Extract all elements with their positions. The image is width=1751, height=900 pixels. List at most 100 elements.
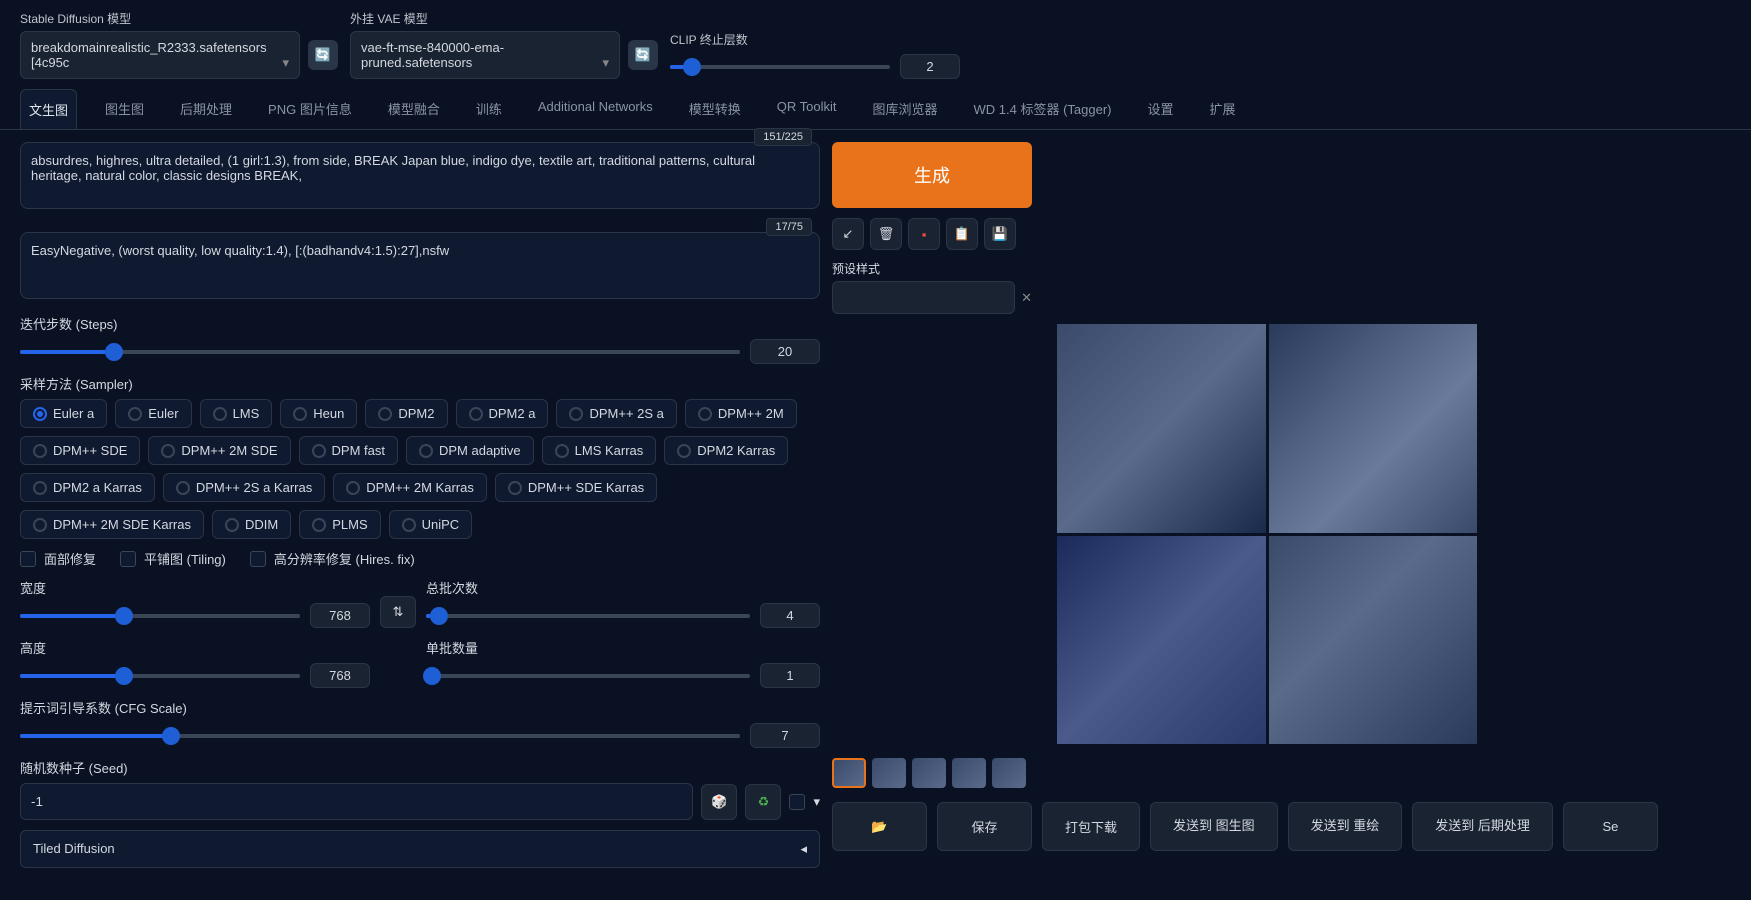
vae-model-select[interactable]: vae-ft-mse-840000-ema-pruned.safetensors — [350, 31, 620, 79]
tab-addnet[interactable]: Additional Networks — [530, 89, 661, 129]
steps-slider[interactable] — [20, 350, 740, 354]
sampler-dpm2karras[interactable]: DPM2 Karras — [664, 436, 788, 465]
sampler-dpmpp2msde-karras[interactable]: DPM++ 2M SDE Karras — [20, 510, 204, 539]
clip-skip-label: CLIP 终止层数 — [670, 31, 960, 48]
cfg-scale-slider[interactable] — [20, 734, 740, 738]
gallery-thumbnails — [832, 754, 1702, 792]
negative-prompt[interactable] — [20, 232, 820, 299]
sampler-grid: Euler a Euler LMS Heun DPM2 DPM2 a DPM++… — [20, 399, 820, 539]
tab-txt2img[interactable]: 文生图 — [20, 89, 77, 129]
send-to-inpaint-btn[interactable]: 发送到 重绘 — [1288, 802, 1403, 851]
send-to-img2img-btn[interactable]: 发送到 图生图 — [1150, 802, 1278, 851]
width-slider[interactable] — [20, 614, 300, 618]
batch-size-slider[interactable] — [426, 674, 750, 678]
sampler-euler-a[interactable]: Euler a — [20, 399, 107, 428]
sampler-dpm2akarras[interactable]: DPM2 a Karras — [20, 473, 155, 502]
generate-button[interactable]: 生成 — [832, 142, 1032, 208]
height-value[interactable]: 768 — [310, 663, 370, 688]
restore-faces-check[interactable]: 面部修复 — [20, 549, 96, 568]
sampler-dpmpp2sa[interactable]: DPM++ 2S a — [556, 399, 676, 428]
open-folder-btn[interactable]: 📂 — [832, 802, 927, 851]
swap-dimensions-btn[interactable]: ⇅ — [380, 596, 416, 628]
vae-refresh-btn[interactable]: 🔄 — [628, 40, 658, 70]
tiling-check[interactable]: 平铺图 (Tiling) — [120, 549, 226, 568]
tab-extensions[interactable]: 扩展 — [1202, 89, 1244, 129]
tab-tagger[interactable]: WD 1.4 标签器 (Tagger) — [966, 89, 1120, 129]
vae-model-label: 外挂 VAE 模型 — [350, 10, 658, 27]
gallery-image-2[interactable] — [1269, 324, 1478, 533]
output-gallery[interactable] — [832, 324, 1702, 744]
thumb-1[interactable] — [872, 758, 906, 788]
clip-skip-slider[interactable] — [670, 65, 890, 69]
send-partial-btn[interactable]: Se — [1563, 802, 1658, 851]
preset-close-icon[interactable]: ✕ — [1021, 290, 1032, 306]
sampler-euler[interactable]: Euler — [115, 399, 191, 428]
clip-skip-value[interactable]: 2 — [900, 54, 960, 79]
clear-prompt-btn[interactable]: 🗑 — [870, 218, 902, 250]
tab-img2img[interactable]: 图生图 — [97, 89, 152, 129]
sampler-dpmpp2sakarras[interactable]: DPM++ 2S a Karras — [163, 473, 325, 502]
sampler-dpm2[interactable]: DPM2 — [365, 399, 447, 428]
seed-extra-arrow[interactable]: ▾ — [813, 794, 820, 810]
sampler-lms[interactable]: LMS — [200, 399, 273, 428]
sampler-plms[interactable]: PLMS — [299, 510, 380, 539]
batch-count-label: 总批次数 — [426, 578, 820, 597]
batch-size-value[interactable]: 1 — [760, 663, 820, 688]
thumb-grid[interactable] — [832, 758, 866, 788]
paste-btn[interactable]: 📋 — [946, 218, 978, 250]
tab-pnginfo[interactable]: PNG 图片信息 — [260, 89, 360, 129]
sd-refresh-btn[interactable]: 🔄 — [308, 40, 338, 70]
accordion-arrow-icon: ◂ — [800, 841, 807, 857]
tab-model-convert[interactable]: 模型转换 — [681, 89, 749, 129]
tab-settings[interactable]: 设置 — [1140, 89, 1182, 129]
tab-train[interactable]: 训练 — [468, 89, 510, 129]
sampler-unipc[interactable]: UniPC — [389, 510, 473, 539]
save-style-btn[interactable]: 💾 — [984, 218, 1016, 250]
sampler-dpmadaptive[interactable]: DPM adaptive — [406, 436, 534, 465]
batch-count-value[interactable]: 4 — [760, 603, 820, 628]
sampler-dpm2a[interactable]: DPM2 a — [456, 399, 549, 428]
send-to-extras-btn[interactable]: 发送到 后期处理 — [1412, 802, 1553, 851]
height-slider[interactable] — [20, 674, 300, 678]
sampler-dpmpp2mkarras[interactable]: DPM++ 2M Karras — [333, 473, 487, 502]
batch-count-slider[interactable] — [426, 614, 750, 618]
hires-fix-check[interactable]: 高分辨率修复 (Hires. fix) — [250, 549, 415, 568]
sampler-dpmpp2msde[interactable]: DPM++ 2M SDE — [148, 436, 290, 465]
seed-extra-check[interactable] — [789, 794, 805, 810]
gallery-image-3[interactable] — [1057, 536, 1266, 745]
interrogate-btn[interactable]: ↙ — [832, 218, 864, 250]
sampler-dpmppsde-karras[interactable]: DPM++ SDE Karras — [495, 473, 657, 502]
styles-btn[interactable]: ▪ — [908, 218, 940, 250]
tab-image-browser[interactable]: 图库浏览器 — [865, 89, 946, 129]
main-tabs: 文生图 图生图 后期处理 PNG 图片信息 模型融合 训练 Additional… — [0, 89, 1751, 130]
thumb-4[interactable] — [992, 758, 1026, 788]
preset-styles-select[interactable] — [832, 281, 1015, 314]
sampler-lmskarras[interactable]: LMS Karras — [542, 436, 657, 465]
positive-prompt[interactable] — [20, 142, 820, 209]
tab-extras[interactable]: 后期处理 — [172, 89, 240, 129]
sd-model-select[interactable]: breakdomainrealistic_R2333.safetensors [… — [20, 31, 300, 79]
width-value[interactable]: 768 — [310, 603, 370, 628]
gallery-image-4[interactable] — [1269, 536, 1478, 745]
cfg-scale-label: 提示词引导系数 (CFG Scale) — [20, 698, 820, 717]
tab-checkpoint-merger[interactable]: 模型融合 — [380, 89, 448, 129]
width-label: 宽度 — [20, 578, 370, 597]
cfg-scale-value[interactable]: 7 — [750, 723, 820, 748]
zip-download-btn[interactable]: 打包下载 — [1042, 802, 1140, 851]
steps-value[interactable]: 20 — [750, 339, 820, 364]
seed-input[interactable] — [20, 783, 693, 820]
sampler-dpmppsde[interactable]: DPM++ SDE — [20, 436, 140, 465]
sd-model-label: Stable Diffusion 模型 — [20, 10, 338, 27]
thumb-2[interactable] — [912, 758, 946, 788]
sampler-dpmfast[interactable]: DPM fast — [299, 436, 398, 465]
save-btn[interactable]: 保存 — [937, 802, 1032, 851]
tab-qr[interactable]: QR Toolkit — [769, 89, 845, 129]
seed-random-btn[interactable]: 🎲 — [701, 784, 737, 820]
gallery-image-1[interactable] — [1057, 324, 1266, 533]
thumb-3[interactable] — [952, 758, 986, 788]
sampler-dpmpp2m[interactable]: DPM++ 2M — [685, 399, 797, 428]
sampler-heun[interactable]: Heun — [280, 399, 357, 428]
seed-reuse-btn[interactable]: ♻ — [745, 784, 781, 820]
sampler-ddim[interactable]: DDIM — [212, 510, 291, 539]
tiled-diffusion-accordion[interactable]: Tiled Diffusion◂ — [20, 830, 820, 868]
